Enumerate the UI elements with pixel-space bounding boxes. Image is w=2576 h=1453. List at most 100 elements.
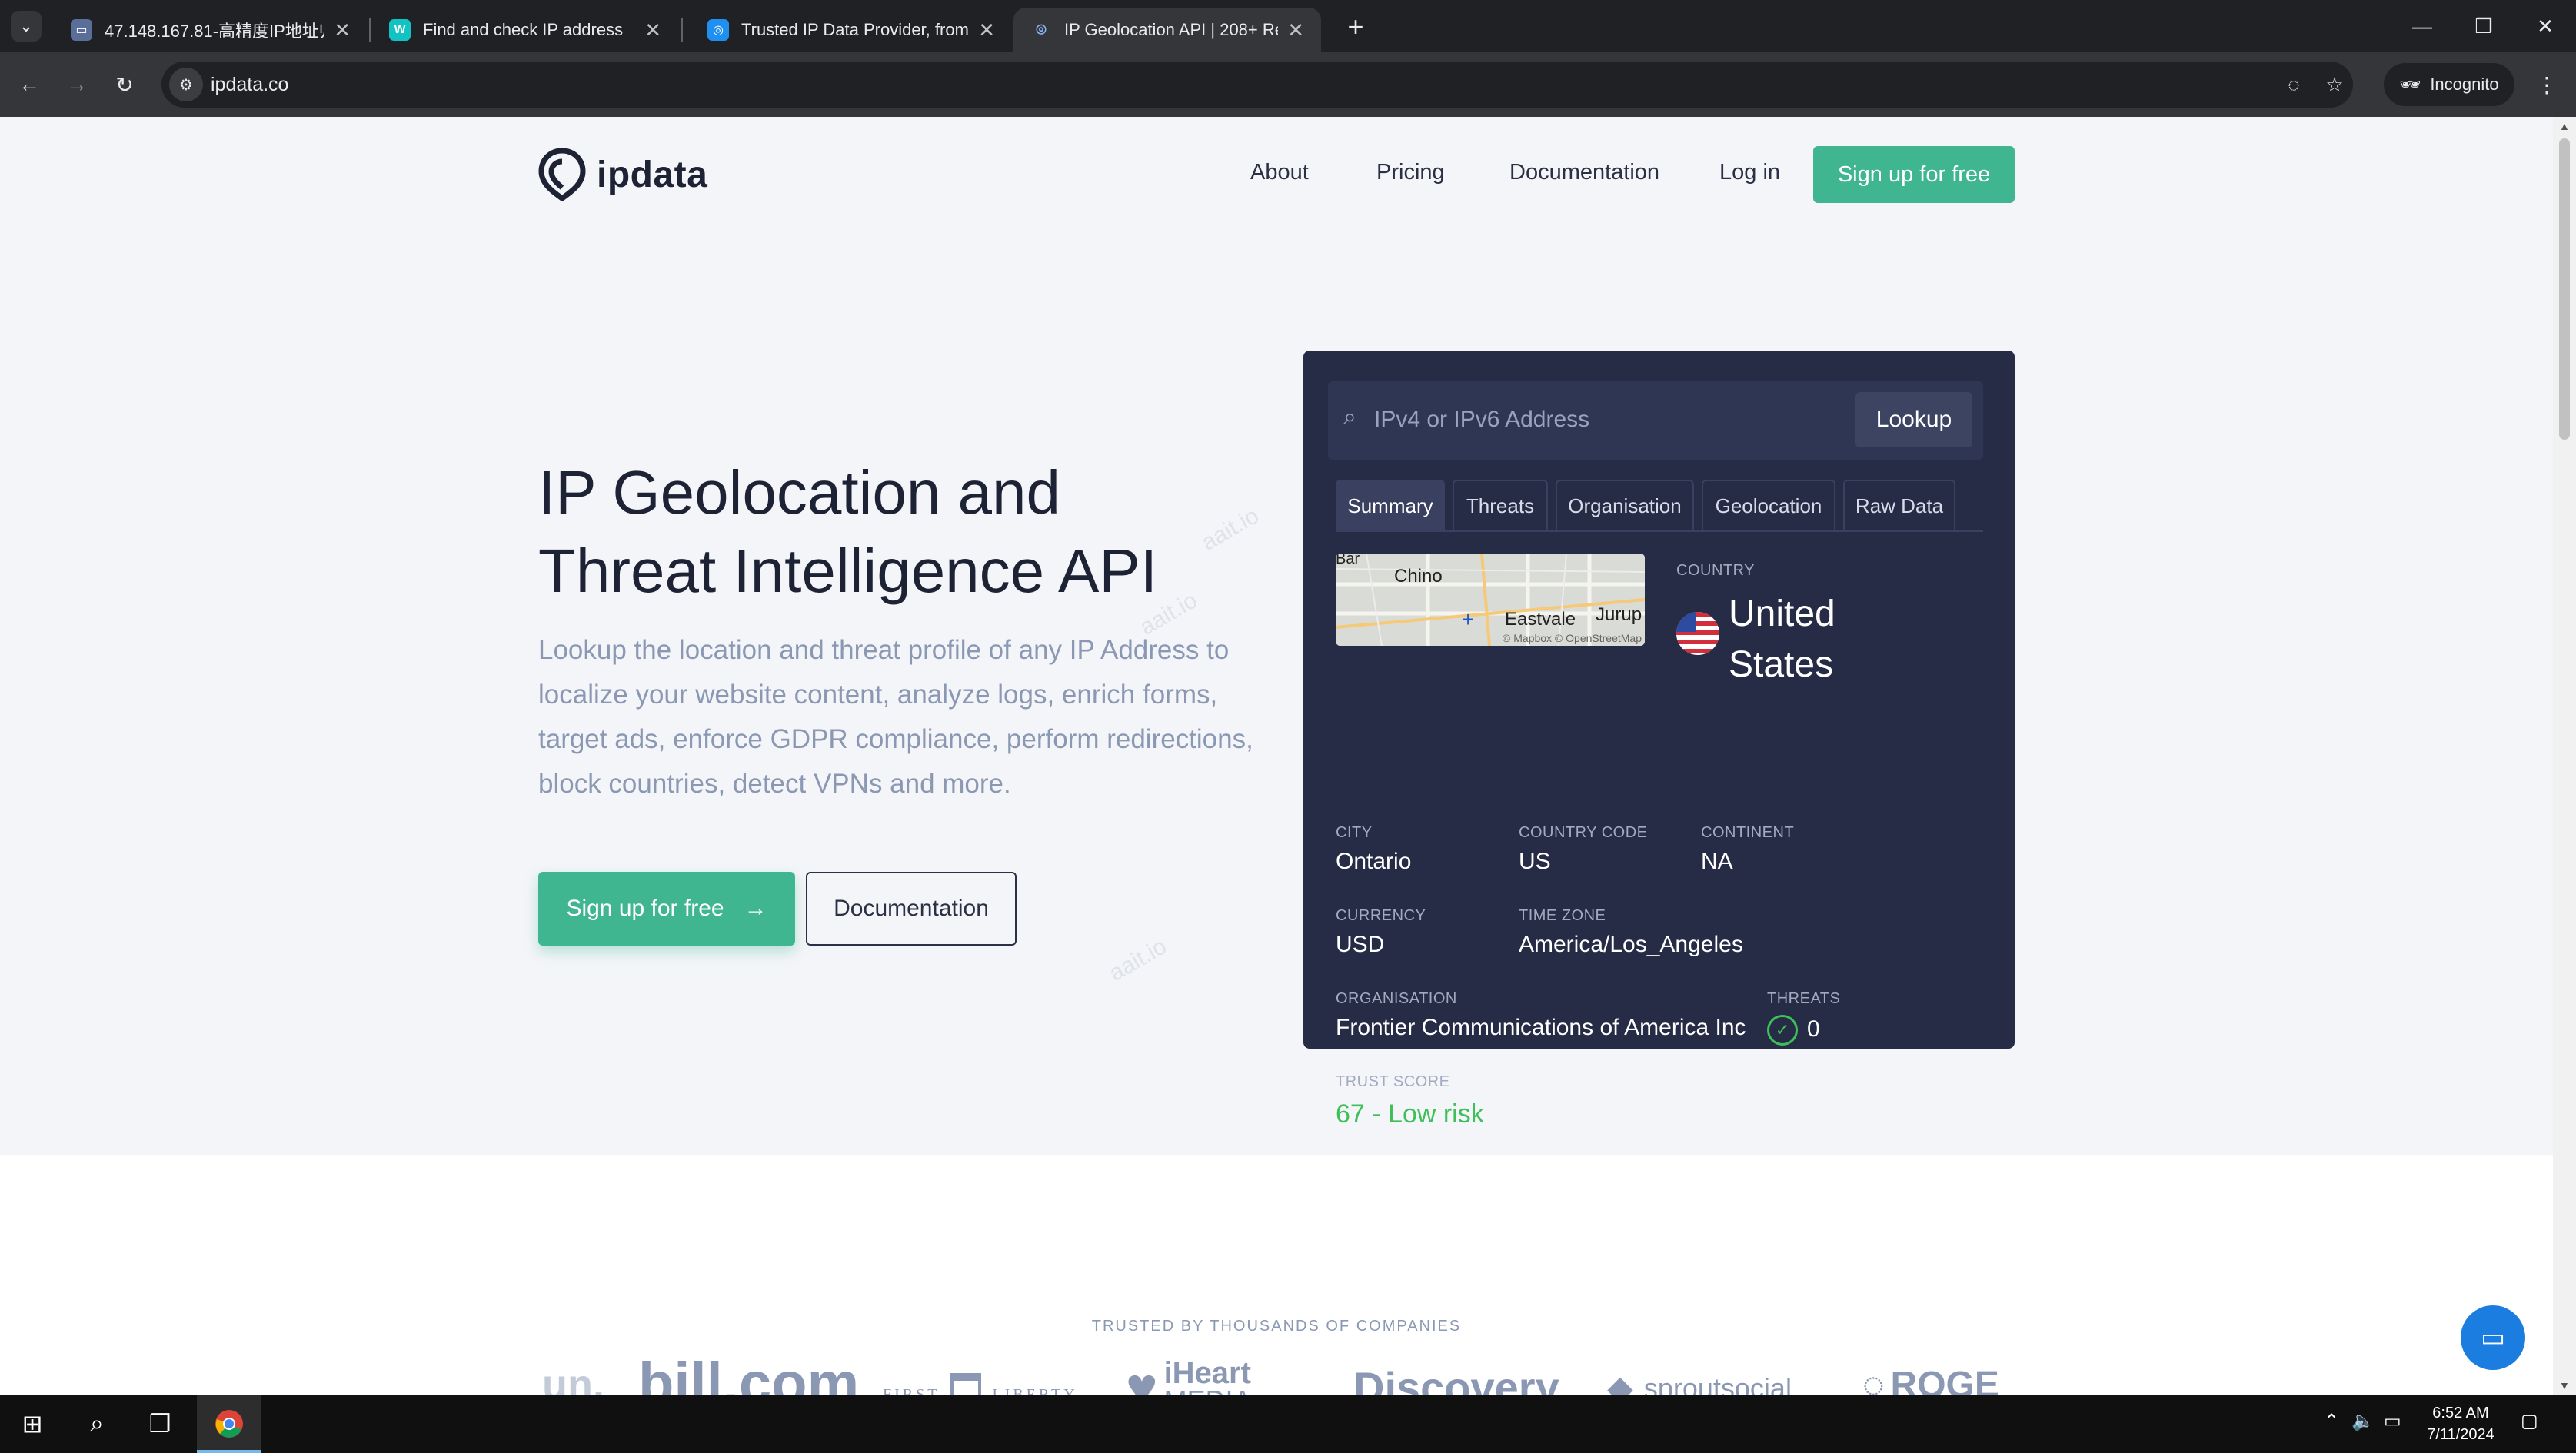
site-info-button[interactable]: ⚙: [169, 68, 203, 101]
nav-pricing[interactable]: Pricing: [1376, 160, 1445, 185]
tab-threats[interactable]: Threats: [1453, 480, 1548, 530]
close-tab-icon[interactable]: ✕: [978, 18, 995, 42]
restore-button[interactable]: ❐: [2457, 6, 2511, 46]
map-label: Eastvale: [1505, 609, 1576, 630]
system-clock[interactable]: 6:52 AM 7/11/2024: [2399, 1402, 2522, 1445]
country-line-2: States: [1729, 644, 1834, 685]
brand-liberty-text: LIBERTY: [992, 1385, 1078, 1395]
currency-label: CURRENCY: [1336, 907, 1426, 924]
continent-value: NA: [1701, 849, 1733, 874]
documentation-cta-button[interactable]: Documentation: [806, 872, 1017, 946]
page-scrollbar[interactable]: ▲ ▼: [2553, 117, 2576, 1395]
hero-title-line-1: IP Geolocation and: [538, 458, 1061, 527]
trusted-title: TRUSTED BY THOUSANDS OF COMPANIES: [1091, 1318, 1462, 1335]
bookmark-star-icon[interactable]: ☆: [2321, 71, 2348, 98]
tab-separator: [681, 18, 683, 42]
close-tab-icon[interactable]: ✕: [1287, 18, 1304, 42]
tab-summary[interactable]: Summary: [1336, 480, 1445, 530]
windows-start-icon[interactable]: ⊞: [11, 1405, 54, 1442]
browser-menu-button[interactable]: ⋮: [2530, 68, 2564, 101]
scroll-thumb[interactable]: [2559, 138, 2570, 440]
close-tab-icon[interactable]: ✕: [644, 18, 661, 42]
brand-logo-partial: un.: [542, 1362, 604, 1395]
notifications-icon[interactable]: ▢: [2521, 1410, 2538, 1432]
nav-login[interactable]: Log in: [1719, 160, 1780, 185]
country-label: COUNTRY: [1676, 562, 1756, 579]
arrow-right-icon: →: [744, 896, 767, 921]
minimize-button[interactable]: —: [2395, 6, 2449, 46]
tab-raw-data[interactable]: Raw Data: [1843, 480, 1955, 530]
trust-score-value: 67 - Low risk: [1336, 1099, 1484, 1129]
country-line-1: United: [1729, 594, 1835, 634]
trust-score-label: TRUST SCORE: [1336, 1073, 1450, 1090]
scroll-down-icon[interactable]: ▼: [2559, 1379, 2570, 1391]
plus-icon: +: [1347, 11, 1364, 42]
continent-label: CONTINENT: [1701, 824, 1795, 841]
brand-iheart-logo: ♥ iHeart MEDIA: [1126, 1356, 1252, 1395]
nav-about[interactable]: About: [1250, 160, 1309, 185]
tab-2[interactable]: W Find and check IP address ✕: [372, 8, 678, 52]
site-logo[interactable]: ipdata: [538, 148, 707, 201]
tray-chevron-up-icon[interactable]: ⌃: [2324, 1410, 2339, 1432]
logo-text: ipdata: [597, 154, 708, 195]
map-attribution: © Mapbox © OpenStreetMap: [1503, 632, 1642, 644]
tab-title: IP Geolocation API | 208+ Requ: [1064, 20, 1278, 39]
brand-sproutsocial-logo: ◆ sproutsocial: [1607, 1368, 1792, 1395]
organisation-label: ORGANISATION: [1336, 990, 1457, 1007]
close-window-button[interactable]: ✕: [2518, 6, 2572, 46]
forward-button[interactable]: →: [60, 68, 94, 101]
address-bar[interactable]: ⚙ ipdata.co ◌ ☆: [161, 62, 2353, 108]
brand-first-text: FIRST: [883, 1385, 940, 1395]
clock-date: 7/11/2024: [2427, 1426, 2494, 1443]
minimize-icon: —: [2412, 14, 2432, 38]
organisation-value: Frontier Communications of America Inc: [1336, 1015, 1746, 1040]
brand-media-text: MEDIA: [1164, 1387, 1252, 1395]
incognito-badge[interactable]: 🕶 Incognito: [2384, 63, 2514, 106]
search-icon[interactable]: ⌕: [75, 1405, 118, 1442]
tab-search-button[interactable]: ⌄: [11, 11, 42, 42]
new-tab-button[interactable]: +: [1338, 9, 1373, 45]
signup-nav-button[interactable]: Sign up for free: [1813, 146, 2015, 203]
tab-organisation[interactable]: Organisation: [1556, 480, 1694, 530]
signup-cta-button[interactable]: Sign up for free →: [538, 872, 795, 946]
heart-icon: ♥: [1126, 1357, 1158, 1395]
scroll-up-icon[interactable]: ▲: [2559, 120, 2570, 132]
lookup-button[interactable]: Lookup: [1855, 392, 1972, 447]
close-tab-icon[interactable]: ✕: [334, 18, 351, 42]
chrome-icon[interactable]: [208, 1405, 251, 1442]
tab-3[interactable]: ◎ Trusted IP Data Provider, from I ✕: [691, 8, 1012, 52]
brand-roge-text: ROGE: [1890, 1365, 1999, 1395]
search-icon: ⌕: [1343, 404, 1356, 430]
threats-label: THREATS: [1767, 990, 1841, 1007]
tab-title: Find and check IP address: [423, 20, 624, 39]
city-value: Ontario: [1336, 849, 1412, 874]
monitor-favicon-icon: ▭: [71, 19, 92, 41]
tab-1[interactable]: ▭ 47.148.167.81-高精度IP地址归属 ✕: [54, 8, 368, 52]
ip-address-input[interactable]: [1374, 395, 1835, 444]
browser-toolbar: ← → ↻ ⚙ ipdata.co ◌ ☆ 🕶 Incognito ⋮: [0, 52, 2576, 117]
result-tabs: Summary Threats Organisation Geolocation…: [1336, 480, 1983, 532]
brand-roge-logo: ◌ ROGE: [1862, 1364, 1999, 1395]
leaf-icon: ◆: [1607, 1369, 1633, 1395]
ip-search-bar: ⌕ Lookup: [1328, 381, 1983, 460]
ip-lookup-card: ⌕ Lookup Summary Threats Organisation Ge…: [1303, 351, 2015, 1129]
location-map[interactable]: Bar Chino Eastvale Jurup + © Mapbox © Op…: [1336, 554, 1645, 646]
brand-discovery-logo: Discovery: [1353, 1363, 1559, 1395]
tune-icon: ⚙: [179, 76, 193, 94]
volume-muted-icon[interactable]: 🔈: [2351, 1410, 2375, 1432]
hero-title-line-2: Threat Intelligence API: [538, 537, 1157, 605]
incognito-icon: 🕶: [2399, 75, 2421, 94]
tab-geolocation[interactable]: Geolocation: [1702, 480, 1835, 530]
time-zone-value: America/Los_Angeles: [1519, 932, 1743, 957]
back-button[interactable]: ←: [12, 68, 46, 101]
ipdata-logo-icon: [538, 148, 586, 201]
task-view-icon[interactable]: ❒: [138, 1405, 181, 1442]
chat-widget-button[interactable]: ▭: [2461, 1305, 2525, 1370]
tab-4-active[interactable]: ⌾ IP Geolocation API | 208+ Requ ✕: [1013, 8, 1321, 52]
nav-documentation[interactable]: Documentation: [1509, 160, 1659, 185]
hero-title: IP Geolocation and Threat Intelligence A…: [538, 454, 1307, 610]
eye-off-icon[interactable]: ◌: [2280, 71, 2308, 98]
country-code-value: US: [1519, 849, 1551, 874]
reload-button[interactable]: ↻: [108, 68, 141, 101]
country-value: United States: [1729, 589, 1959, 690]
